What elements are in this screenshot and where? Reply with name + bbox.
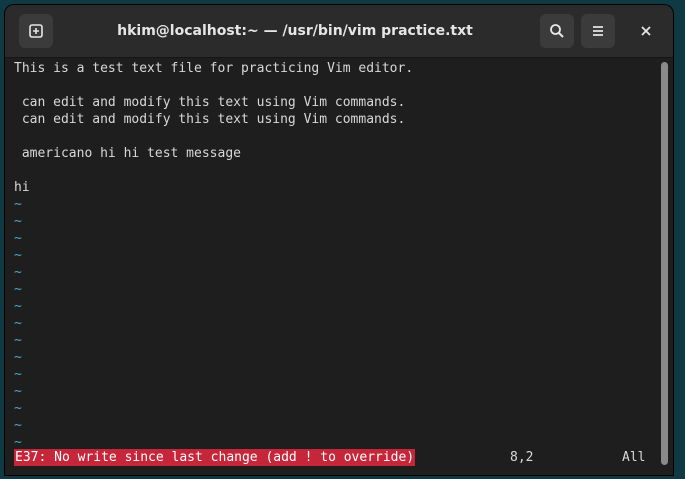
new-tab-button[interactable] [19,14,53,48]
empty-line-marker: ~ [14,316,22,331]
error-message: E37: No write since last change (add ! t… [14,449,416,466]
window-title: hkim@localhost:~ — /usr/bin/vim practice… [117,23,473,39]
header-bar: hkim@localhost:~ — /usr/bin/vim practice… [5,5,673,58]
empty-line-marker: ~ [14,214,22,229]
editor-line-8: hi [14,180,30,195]
editor-line-6: americano hi hi test message [14,146,241,161]
new-tab-icon [29,24,43,38]
empty-line-marker: ~ [14,333,22,348]
empty-line-marker: ~ [14,282,22,297]
vertical-scrollbar[interactable] [657,58,673,475]
terminal-window: hkim@localhost:~ — /usr/bin/vim practice… [5,5,673,475]
menu-button[interactable] [581,14,615,48]
empty-line-marker: ~ [14,248,22,263]
scrollbar-thumb[interactable] [661,62,668,465]
empty-line-marker: ~ [14,401,22,416]
cursor-position: 8,2 [510,450,534,465]
empty-line-marker: ~ [14,265,22,280]
close-button[interactable] [629,14,663,48]
empty-line-marker: ~ [14,299,22,314]
empty-line-marker: ~ [14,231,22,246]
empty-line-marker: ~ [14,197,22,212]
close-icon [641,26,651,36]
empty-line-marker: ~ [14,350,22,365]
terminal-view[interactable]: This is a test text file for practicing … [5,58,657,475]
empty-line-marker: ~ [14,418,22,433]
empty-line-marker: ~ [14,384,22,399]
scroll-position: All [622,450,646,465]
vim-status-line: E37: No write since last change (add ! t… [5,449,657,466]
empty-line-marker: ~ [14,367,22,382]
search-icon [550,24,564,38]
editor-line-1: This is a test text file for practicing … [14,61,414,76]
editor-line-3: can edit and modify this text using Vim … [14,95,406,110]
search-button[interactable] [540,14,574,48]
hamburger-menu-icon [593,26,603,36]
editor-line-4: can edit and modify this text using Vim … [14,112,406,127]
